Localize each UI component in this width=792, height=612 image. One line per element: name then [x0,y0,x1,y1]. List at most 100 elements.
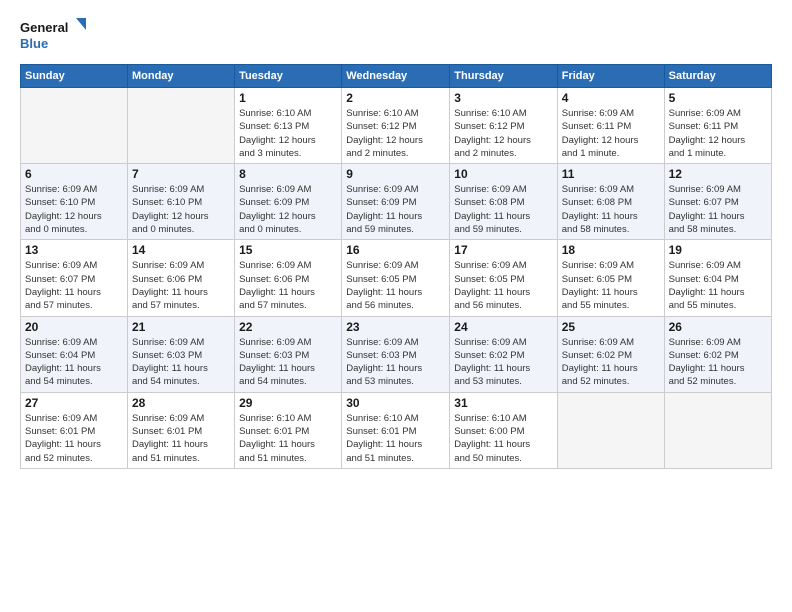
calendar-cell-w1-d7: 5 Sunrise: 6:09 AM Sunset: 6:11 PM Daylig… [664,88,771,164]
calendar-cell-w1-d5: 3 Sunrise: 6:10 AM Sunset: 6:12 PM Daylig… [450,88,557,164]
calendar: SundayMondayTuesdayWednesdayThursdayFrid… [20,64,772,469]
calendar-cell-w2-d7: 12Sunrise: 6:09 AM Sunset: 6:07 PM Dayli… [664,164,771,240]
day-detail: Sunrise: 6:09 AM Sunset: 6:09 PM Dayligh… [239,183,337,236]
calendar-cell-w1-d1 [21,88,128,164]
day-number: 5 [669,91,767,105]
calendar-cell-w5-d5: 31Sunrise: 6:10 AM Sunset: 6:00 PM Dayli… [450,392,557,468]
calendar-week-4: 20 Sunrise: 6:09 AM Sunset: 6:04 PM Dayli… [21,316,772,392]
day-number: 14 [132,243,230,257]
header-tuesday: Tuesday [235,65,342,88]
day-number: 29 [239,396,337,410]
day-detail: Sunrise: 6:09 AM Sunset: 6:11 PM Dayligh… [669,107,767,160]
day-number: 10 [454,167,552,181]
day-detail: Sunrise: 6:10 AM Sunset: 6:12 PM Dayligh… [346,107,445,160]
day-number: 9 [346,167,445,181]
day-number: 7 [132,167,230,181]
calendar-body: 1 Sunrise: 6:10 AM Sunset: 6:13 PM Daylig… [21,88,772,469]
header-monday: Monday [127,65,234,88]
day-detail: Sunrise: 6:09 AM Sunset: 6:01 PM Dayligh… [132,412,230,465]
day-number: 31 [454,396,552,410]
calendar-cell-w1-d2 [127,88,234,164]
day-detail: Sunrise: 6:09 AM Sunset: 6:08 PM Dayligh… [454,183,552,236]
day-detail: Sunrise: 6:09 AM Sunset: 6:04 PM Dayligh… [669,259,767,312]
day-detail: Sunrise: 6:09 AM Sunset: 6:05 PM Dayligh… [454,259,552,312]
calendar-cell-w4-d6: 25 Sunrise: 6:09 AM Sunset: 6:02 PM Dayli… [557,316,664,392]
logo-svg: General Blue [20,16,90,56]
calendar-cell-w2-d5: 10 Sunrise: 6:09 AM Sunset: 6:08 PM Dayli… [450,164,557,240]
day-number: 19 [669,243,767,257]
calendar-cell-w1-d4: 2 Sunrise: 6:10 AM Sunset: 6:12 PM Daylig… [342,88,450,164]
day-number: 4 [562,91,660,105]
calendar-cell-w5-d6 [557,392,664,468]
calendar-cell-w4-d5: 24 Sunrise: 6:09 AM Sunset: 6:02 PM Dayli… [450,316,557,392]
calendar-cell-w5-d2: 28 Sunrise: 6:09 AM Sunset: 6:01 PM Dayli… [127,392,234,468]
calendar-header-row: SundayMondayTuesdayWednesdayThursdayFrid… [21,65,772,88]
day-detail: Sunrise: 6:09 AM Sunset: 6:02 PM Dayligh… [562,336,660,389]
day-number: 6 [25,167,123,181]
day-detail: Sunrise: 6:09 AM Sunset: 6:11 PM Dayligh… [562,107,660,160]
day-detail: Sunrise: 6:10 AM Sunset: 6:13 PM Dayligh… [239,107,337,160]
day-number: 8 [239,167,337,181]
header-saturday: Saturday [664,65,771,88]
calendar-cell-w1-d3: 1 Sunrise: 6:10 AM Sunset: 6:13 PM Daylig… [235,88,342,164]
day-number: 1 [239,91,337,105]
calendar-cell-w3-d7: 19 Sunrise: 6:09 AM Sunset: 6:04 PM Dayli… [664,240,771,316]
day-number: 22 [239,320,337,334]
day-detail: Sunrise: 6:09 AM Sunset: 6:07 PM Dayligh… [25,259,123,312]
day-detail: Sunrise: 6:09 AM Sunset: 6:01 PM Dayligh… [25,412,123,465]
calendar-cell-w3-d5: 17 Sunrise: 6:09 AM Sunset: 6:05 PM Dayli… [450,240,557,316]
day-detail: Sunrise: 6:09 AM Sunset: 6:02 PM Dayligh… [454,336,552,389]
day-number: 23 [346,320,445,334]
day-number: 25 [562,320,660,334]
day-number: 21 [132,320,230,334]
calendar-week-2: 6 Sunrise: 6:09 AM Sunset: 6:10 PM Daylig… [21,164,772,240]
day-number: 28 [132,396,230,410]
day-number: 11 [562,167,660,181]
page-header: General Blue [20,16,772,56]
day-detail: Sunrise: 6:09 AM Sunset: 6:05 PM Dayligh… [562,259,660,312]
calendar-cell-w3-d1: 13Sunrise: 6:09 AM Sunset: 6:07 PM Dayli… [21,240,128,316]
day-detail: Sunrise: 6:09 AM Sunset: 6:03 PM Dayligh… [239,336,337,389]
day-detail: Sunrise: 6:09 AM Sunset: 6:05 PM Dayligh… [346,259,445,312]
calendar-cell-w1-d6: 4 Sunrise: 6:09 AM Sunset: 6:11 PM Daylig… [557,88,664,164]
day-number: 12 [669,167,767,181]
day-number: 24 [454,320,552,334]
calendar-cell-w3-d6: 18 Sunrise: 6:09 AM Sunset: 6:05 PM Dayli… [557,240,664,316]
day-number: 27 [25,396,123,410]
day-number: 20 [25,320,123,334]
calendar-week-5: 27 Sunrise: 6:09 AM Sunset: 6:01 PM Dayli… [21,392,772,468]
calendar-cell-w3-d3: 15Sunrise: 6:09 AM Sunset: 6:06 PM Dayli… [235,240,342,316]
calendar-cell-w3-d2: 14 Sunrise: 6:09 AM Sunset: 6:06 PM Dayli… [127,240,234,316]
svg-text:General: General [20,20,68,35]
day-detail: Sunrise: 6:09 AM Sunset: 6:09 PM Dayligh… [346,183,445,236]
calendar-cell-w5-d1: 27 Sunrise: 6:09 AM Sunset: 6:01 PM Dayli… [21,392,128,468]
calendar-cell-w4-d1: 20 Sunrise: 6:09 AM Sunset: 6:04 PM Dayli… [21,316,128,392]
header-friday: Friday [557,65,664,88]
day-detail: Sunrise: 6:09 AM Sunset: 6:08 PM Dayligh… [562,183,660,236]
day-number: 18 [562,243,660,257]
logo: General Blue [20,16,90,56]
day-detail: Sunrise: 6:09 AM Sunset: 6:03 PM Dayligh… [346,336,445,389]
day-detail: Sunrise: 6:09 AM Sunset: 6:06 PM Dayligh… [132,259,230,312]
day-detail: Sunrise: 6:09 AM Sunset: 6:02 PM Dayligh… [669,336,767,389]
day-number: 3 [454,91,552,105]
day-detail: Sunrise: 6:09 AM Sunset: 6:04 PM Dayligh… [25,336,123,389]
calendar-cell-w2-d4: 9 Sunrise: 6:09 AM Sunset: 6:09 PM Daylig… [342,164,450,240]
day-detail: Sunrise: 6:09 AM Sunset: 6:10 PM Dayligh… [25,183,123,236]
svg-text:Blue: Blue [20,36,48,51]
day-number: 30 [346,396,445,410]
day-detail: Sunrise: 6:09 AM Sunset: 6:03 PM Dayligh… [132,336,230,389]
day-number: 17 [454,243,552,257]
calendar-cell-w4-d7: 26Sunrise: 6:09 AM Sunset: 6:02 PM Dayli… [664,316,771,392]
day-number: 2 [346,91,445,105]
day-detail: Sunrise: 6:09 AM Sunset: 6:06 PM Dayligh… [239,259,337,312]
day-detail: Sunrise: 6:10 AM Sunset: 6:12 PM Dayligh… [454,107,552,160]
calendar-cell-w4-d2: 21 Sunrise: 6:09 AM Sunset: 6:03 PM Dayli… [127,316,234,392]
header-thursday: Thursday [450,65,557,88]
day-number: 16 [346,243,445,257]
calendar-cell-w2-d2: 7Sunrise: 6:09 AM Sunset: 6:10 PM Daylig… [127,164,234,240]
calendar-cell-w5-d4: 30Sunrise: 6:10 AM Sunset: 6:01 PM Dayli… [342,392,450,468]
calendar-cell-w4-d3: 22 Sunrise: 6:09 AM Sunset: 6:03 PM Dayli… [235,316,342,392]
calendar-cell-w2-d3: 8 Sunrise: 6:09 AM Sunset: 6:09 PM Daylig… [235,164,342,240]
day-detail: Sunrise: 6:10 AM Sunset: 6:01 PM Dayligh… [239,412,337,465]
